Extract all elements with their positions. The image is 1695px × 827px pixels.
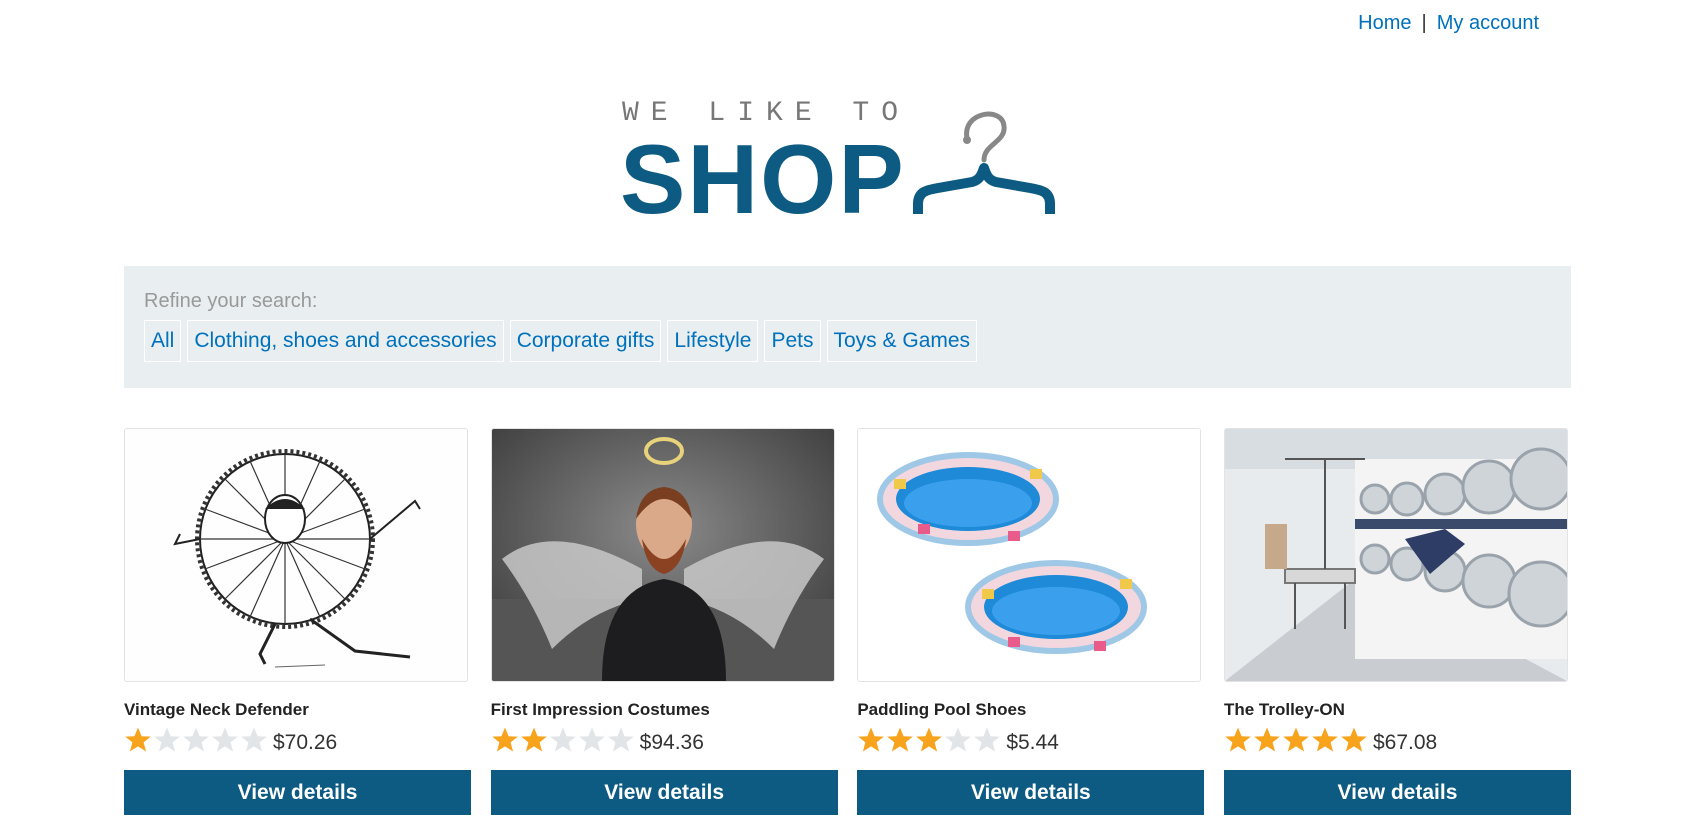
filter-toys-games[interactable]: Toys & Games [826, 320, 978, 362]
product-title: First Impression Costumes [490, 700, 710, 719]
view-details-button[interactable]: View details [490, 770, 838, 815]
product-image[interactable] [124, 428, 468, 682]
star-empty-icon [241, 727, 267, 752]
product-image[interactable] [490, 428, 835, 682]
filter-lifestyle[interactable]: Lifestyle [667, 320, 759, 362]
logo-word: SHOP [620, 124, 906, 234]
rating-stars [491, 726, 636, 754]
view-details-button[interactable]: View details [124, 770, 471, 815]
star-filled-icon [858, 727, 885, 752]
rating-stars [124, 726, 269, 754]
neck-defender-image [125, 429, 467, 681]
product-price: $67.08 [1372, 731, 1438, 754]
my-account-link[interactable]: My account [1437, 12, 1539, 34]
product-rating: $70.26 [124, 724, 471, 756]
star-empty-icon [549, 727, 576, 752]
product-title: Vintage Neck Defender [124, 700, 309, 719]
star-empty-icon [578, 727, 605, 752]
product-card: The Trolley-ON $67.08 View details [1223, 428, 1571, 815]
product-title: The Trolley-ON [1223, 700, 1345, 719]
filter-corporate-gifts[interactable]: Corporate gifts [509, 320, 662, 362]
star-filled-icon [491, 727, 518, 752]
product-rating: $5.44 [857, 724, 1204, 756]
product-image[interactable] [857, 428, 1202, 682]
star-empty-icon [183, 727, 209, 752]
pool-shoes-image [858, 429, 1201, 681]
star-empty-icon [974, 727, 1001, 752]
hanger-icon [913, 111, 1055, 214]
star-filled-icon [125, 727, 151, 752]
star-empty-icon [607, 727, 634, 752]
product-card: Paddling Pool Shoes $5.44 View details [857, 428, 1205, 815]
product-title: Paddling Pool Shoes [857, 700, 1027, 719]
filter-list: All Clothing, shoes and accessories Corp… [144, 320, 1551, 362]
star-filled-icon [1225, 727, 1251, 752]
top-nav: Home | My account [1358, 12, 1539, 35]
filter-all[interactable]: All [144, 320, 182, 362]
nav-separator: | [1421, 12, 1427, 34]
rating-stars [1224, 726, 1369, 754]
product-rating: $67.08 [1224, 724, 1571, 756]
star-filled-icon [520, 727, 547, 752]
shop-logo[interactable]: WE LIKE TO SHOP [620, 96, 1072, 234]
product-price: $94.36 [639, 731, 704, 754]
product-card: Vintage Neck Defender $70.26 View detail… [124, 428, 471, 815]
star-empty-icon [945, 727, 972, 752]
product-image[interactable] [1223, 428, 1568, 682]
laundromat-image [1224, 429, 1567, 681]
filter-label: Refine your search: [144, 290, 318, 312]
product-rating: $94.36 [491, 724, 838, 756]
star-empty-icon [212, 727, 238, 752]
page: Home | My account WE LIKE TO SHOP Refine y… [0, 0, 1695, 827]
star-filled-icon [1341, 727, 1367, 752]
star-filled-icon [1254, 727, 1280, 752]
view-details-button[interactable]: View details [857, 770, 1205, 815]
product-price: $70.26 [273, 731, 338, 754]
star-empty-icon [154, 727, 180, 752]
star-filled-icon [916, 727, 943, 752]
angel-costume-image [491, 429, 834, 681]
product-price: $5.44 [1006, 731, 1059, 754]
view-details-button[interactable]: View details [1223, 770, 1571, 815]
star-filled-icon [1283, 727, 1309, 752]
product-card: First Impression Costumes $94.36 View de… [490, 428, 838, 815]
star-filled-icon [1312, 727, 1338, 752]
product-grid: Vintage Neck Defender $70.26 View detail… [124, 428, 1571, 815]
filter-clothing[interactable]: Clothing, shoes and accessories [187, 320, 504, 362]
home-link[interactable]: Home [1358, 12, 1411, 34]
filter-bar: Refine your search: All Clothing, shoes … [124, 266, 1571, 388]
rating-stars [857, 726, 1002, 754]
star-filled-icon [887, 727, 914, 752]
filter-pets[interactable]: Pets [764, 320, 821, 362]
